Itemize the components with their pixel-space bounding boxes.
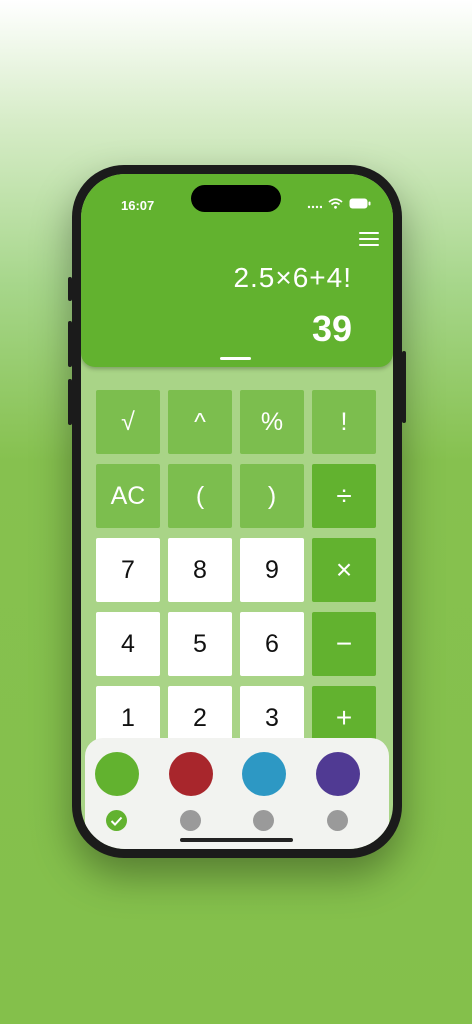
battery-icon: [349, 198, 371, 209]
status-icons: [307, 198, 371, 209]
mute-switch: [68, 277, 72, 301]
result-display: 39: [311, 308, 352, 349]
digit-9-key[interactable]: 9: [240, 538, 304, 602]
theme-swatch-purple[interactable]: [316, 752, 360, 796]
unselected-marker[interactable]: [327, 810, 348, 831]
volume-down-button: [68, 379, 72, 425]
multiply-key[interactable]: ×: [312, 538, 376, 602]
phone-frame: 16:07 2.5×6+4! 39 √ ^ % ! AC () ÷ 7 8 9…: [68, 165, 406, 858]
subtract-key[interactable]: −: [312, 612, 376, 676]
theme-swatch-blue[interactable]: [242, 752, 286, 796]
phone-screen: 16:07 2.5×6+4! 39 √ ^ % ! AC () ÷ 7 8 9…: [81, 174, 393, 849]
menu-icon[interactable]: [359, 232, 379, 248]
volume-up-button: [68, 321, 72, 367]
dynamic-island: [191, 185, 281, 212]
digit-5-key[interactable]: 5: [168, 612, 232, 676]
selected-check-icon[interactable]: [106, 810, 127, 831]
home-indicator: [180, 838, 293, 842]
digit-6-key[interactable]: 6: [240, 612, 304, 676]
divide-key[interactable]: ÷: [312, 464, 376, 528]
theme-picker-panel: [85, 738, 389, 849]
unselected-marker[interactable]: [253, 810, 274, 831]
power-button: [402, 351, 406, 423]
clear-key[interactable]: AC: [96, 464, 160, 528]
digit-4-key[interactable]: 4: [96, 612, 160, 676]
signal-icon: [307, 205, 322, 208]
factorial-key[interactable]: !: [312, 390, 376, 454]
drag-handle[interactable]: [220, 357, 251, 360]
theme-swatch-red[interactable]: [169, 752, 213, 796]
status-time: 16:07: [121, 198, 155, 213]
display-panel: 16:07 2.5×6+4! 39: [81, 174, 393, 367]
digit-7-key[interactable]: 7: [96, 538, 160, 602]
percent-key[interactable]: %: [240, 390, 304, 454]
keypad: √ ^%! AC() ÷ 7 8 9 × 4 5 6−1 2 3 +: [96, 390, 376, 750]
sqrt-key[interactable]: √: [96, 390, 160, 454]
unselected-marker[interactable]: [180, 810, 201, 831]
power-key[interactable]: ^: [168, 390, 232, 454]
digit-8-key[interactable]: 8: [168, 538, 232, 602]
expression-display: 2.5×6+4!: [233, 262, 352, 293]
open-paren-key[interactable]: (: [168, 464, 232, 528]
theme-swatch-green[interactable]: [95, 752, 139, 796]
wifi-icon: [328, 198, 343, 209]
close-paren-key[interactable]: ): [240, 464, 304, 528]
